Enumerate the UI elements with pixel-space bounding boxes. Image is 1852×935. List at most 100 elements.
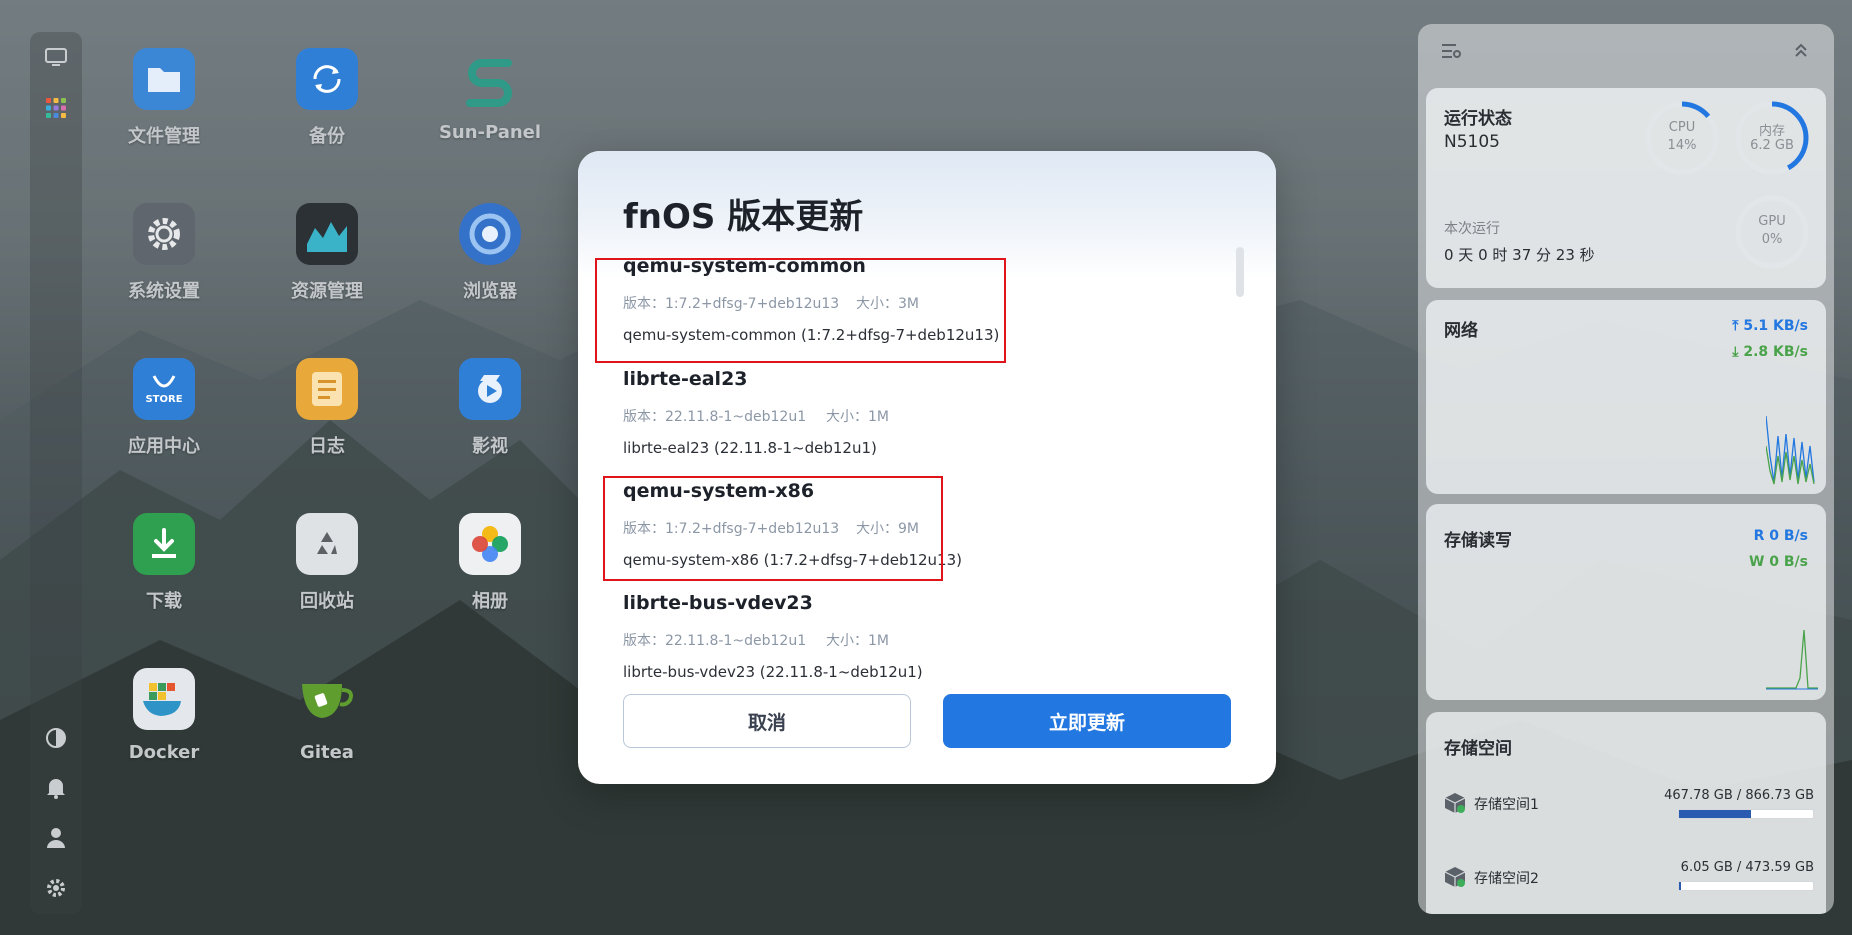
package-list-scrollbar[interactable] (1236, 247, 1244, 297)
app-label: 下载 (146, 591, 182, 612)
recycle-bin-icon (296, 513, 358, 575)
uptime-value: 0 天 0 时 37 分 23 秒 (1444, 246, 1595, 264)
highlight-box (595, 258, 1006, 363)
package-description: librte-bus-vdev23 (22.11.8-1~deb12u1) (623, 663, 923, 681)
write-label: W (1748, 554, 1765, 570)
app-label: 系统设置 (128, 281, 200, 302)
app-browser[interactable]: 浏览器 (430, 203, 550, 303)
dialog-title: fnOS 版本更新 (623, 197, 864, 237)
app-grid-icon[interactable] (44, 96, 68, 120)
cancel-button[interactable]: 取消 (623, 694, 911, 748)
disk-io-sparkline (1766, 629, 1818, 690)
store-bag-icon: STORE (133, 358, 195, 420)
storage-volume-row[interactable]: 存储空间2 6.05 GB / 473.59 GB (1444, 860, 1814, 902)
gpu-value: 0% (1761, 232, 1783, 247)
widget-settings-icon[interactable] (1442, 42, 1462, 64)
memory-value: 6.2 GB (1750, 138, 1794, 153)
resource-monitor-icon (296, 203, 358, 265)
update-now-button[interactable]: 立即更新 (943, 694, 1231, 748)
docker-whale-icon (133, 668, 195, 730)
user-icon[interactable] (44, 826, 68, 850)
download-value: 2.8 KB/s (1743, 344, 1808, 360)
upload-value: 5.1 KB/s (1743, 318, 1808, 334)
collapse-chevron-icon[interactable] (1794, 42, 1808, 62)
app-label: 浏览器 (463, 281, 517, 302)
gpu-label: GPU (1758, 214, 1786, 229)
volume-usage: 467.78 GB / 866.73 GB (1664, 788, 1814, 803)
package-item: librte-eal23 版本：22.11.8-1~deb12u1 大小：1M … (623, 368, 1223, 480)
app-label: 影视 (472, 436, 508, 457)
app-label: 备份 (309, 126, 345, 147)
disk-write-rate: W 0 B/s (1749, 554, 1808, 570)
network-title: 网络 (1444, 321, 1478, 341)
app-resource-monitor[interactable]: 资源管理 (267, 203, 387, 303)
cpu-gauge: CPU 14% (1644, 100, 1720, 176)
package-description: librte-eal23 (22.11.8-1~deb12u1) (623, 439, 877, 457)
app-file-manager[interactable]: 文件管理 (104, 48, 224, 148)
read-value: 0 B/s (1769, 528, 1808, 544)
package-version: 版本：22.11.8-1~deb12u1 (623, 409, 807, 425)
status-title: 运行状态 (1444, 109, 1512, 129)
app-label: 日志 (309, 436, 345, 457)
monitor-icon[interactable] (44, 46, 68, 70)
package-version: 版本：22.11.8-1~deb12u1 (623, 633, 807, 649)
gpu-gauge: GPU 0% (1734, 194, 1810, 270)
app-sun-panel[interactable]: Sun-Panel (430, 48, 550, 143)
theme-icon[interactable] (44, 726, 68, 750)
log-notes-icon (296, 358, 358, 420)
bell-icon[interactable] (44, 776, 68, 800)
package-name: librte-eal23 (623, 368, 748, 390)
network-download-rate: ⤓ 2.8 KB/s (1732, 344, 1808, 360)
app-backup[interactable]: 备份 (267, 48, 387, 148)
memory-gauge: 内存 6.2 GB (1734, 100, 1810, 176)
gear-icon (133, 203, 195, 265)
browser-icon (459, 203, 521, 265)
app-download[interactable]: 下载 (104, 513, 224, 613)
app-recycle-bin[interactable]: 回收站 (267, 513, 387, 613)
status-card: 运行状态 N5105 CPU 14% 内存 6.2 GB GPU 0% 本次运行… (1426, 88, 1826, 288)
uptime-label: 本次运行 (1444, 221, 1500, 237)
package-item: librte-bus-vdev23 版本：22.11.8-1~deb12u1 大… (623, 592, 1223, 681)
app-video[interactable]: 影视 (430, 358, 550, 458)
app-label: 相册 (472, 591, 508, 612)
cpu-label: CPU (1668, 120, 1696, 135)
app-logs[interactable]: 日志 (267, 358, 387, 458)
gitea-teacup-icon (296, 668, 358, 730)
app-label: 资源管理 (291, 281, 363, 302)
app-docker[interactable]: Docker (104, 668, 224, 763)
backup-sync-icon (296, 48, 358, 110)
store-badge-text: STORE (145, 393, 183, 405)
settings-icon[interactable] (44, 876, 68, 900)
volume-name: 存储空间2 (1474, 871, 1539, 887)
disk-io-card: 存储读写 R 0 B/s W 0 B/s (1426, 504, 1826, 700)
write-value: 0 B/s (1769, 554, 1808, 570)
app-photos[interactable]: 相册 (430, 513, 550, 613)
widget-panel: 运行状态 N5105 CPU 14% 内存 6.2 GB GPU 0% 本次运行… (1418, 24, 1834, 914)
disk-read-rate: R 0 B/s (1754, 528, 1808, 544)
package-size: 大小：1M (826, 633, 889, 649)
volume-usage-bar (1678, 881, 1814, 891)
volume-cube-icon (1444, 867, 1466, 887)
package-name: librte-bus-vdev23 (623, 592, 813, 614)
app-store[interactable]: STORE 应用中心 (104, 358, 224, 458)
video-play-icon (459, 358, 521, 420)
left-dock (30, 32, 82, 914)
memory-label: 内存 (1758, 124, 1785, 139)
app-label: 回收站 (300, 591, 354, 612)
storage-title: 存储空间 (1444, 739, 1512, 759)
update-dialog: fnOS 版本更新 qemu-system-common 版本：1:7.2+df… (578, 151, 1276, 784)
app-gitea[interactable]: Gitea (267, 668, 387, 763)
storage-volume-row[interactable]: 存储空间1 467.78 GB / 866.73 GB (1444, 788, 1814, 828)
network-sparkline (1766, 416, 1815, 485)
read-label: R (1753, 528, 1765, 544)
cpu-value: 14% (1667, 138, 1697, 153)
network-card: 网络 ⤒ 5.1 KB/s ⤓ 2.8 KB/s (1426, 300, 1826, 494)
sun-panel-logo-icon (459, 48, 521, 110)
app-label: Gitea (300, 742, 354, 763)
upload-arrow-icon: ⤒ (1732, 318, 1744, 334)
package-size: 大小：1M (826, 409, 889, 425)
device-name: N5105 (1444, 132, 1500, 152)
download-arrow-icon: ⤓ (1732, 344, 1744, 360)
app-system-settings[interactable]: 系统设置 (104, 203, 224, 303)
app-label: 文件管理 (128, 126, 200, 147)
